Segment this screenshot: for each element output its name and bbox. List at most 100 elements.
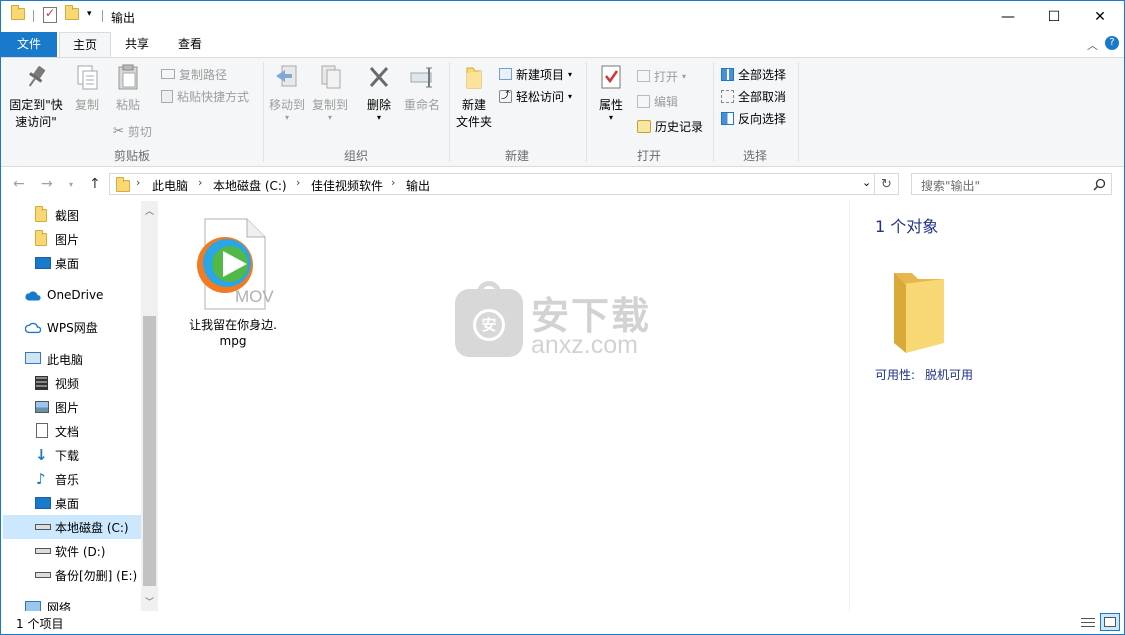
breadcrumb-local-disk[interactable]: 本地磁盘 (C:) (213, 177, 287, 194)
nav-item-documents[interactable]: 文档 (3, 419, 141, 443)
divider (102, 10, 103, 22)
breadcrumb-output[interactable]: 输出 (406, 177, 430, 194)
new-item-button[interactable]: 新建项目 ▾ (499, 64, 572, 84)
nav-item-label: 本地磁盘 (C:) (55, 520, 129, 535)
rename-button[interactable]: 重命名 (401, 62, 443, 114)
nav-item-music[interactable]: ♪ 音乐 (3, 467, 141, 491)
group-separator (586, 62, 587, 162)
invert-selection-button[interactable]: 反向选择 (721, 108, 786, 128)
maximize-button[interactable]: ☐ (1031, 1, 1077, 32)
nav-item-this-pc[interactable]: 此电脑 (3, 347, 141, 371)
refresh-button[interactable]: ↻ (875, 173, 899, 195)
tab-home[interactable]: 主页 (59, 32, 111, 58)
nav-item-drive-e[interactable]: 备份[勿删] (E:) (3, 563, 141, 587)
tab-share[interactable]: 共享 (113, 32, 161, 57)
details-view-icon[interactable] (1079, 614, 1097, 630)
new-folder-icon (466, 67, 482, 89)
nav-item-local-disk-c[interactable]: 本地磁盘 (C:) (3, 515, 141, 539)
nav-item-pictures-pin[interactable]: 图片 (3, 227, 141, 251)
forward-arrow-icon[interactable]: → (41, 176, 53, 192)
chevron-down-icon: ▾ (284, 113, 289, 122)
properties-button[interactable]: 属性 ▾ (593, 62, 629, 122)
nav-item-wps[interactable]: WPS网盘 (3, 315, 141, 339)
nav-item-desktop[interactable]: 桌面 (3, 491, 141, 515)
item-count: 1 个项目 (16, 617, 64, 631)
copy-to-button[interactable]: 复制到 ▾ (309, 62, 351, 122)
group-separator (713, 62, 714, 162)
nav-item-desktop-pin[interactable]: 桌面 (3, 251, 141, 275)
back-arrow-icon[interactable]: ← (13, 176, 25, 192)
collapse-ribbon-icon[interactable]: ︿ (1087, 37, 1098, 53)
search-icon[interactable] (1093, 178, 1106, 191)
close-button[interactable]: ✕ (1077, 1, 1123, 32)
folder-icon (35, 230, 51, 247)
copy-button[interactable]: 复制 (69, 62, 105, 114)
nav-item-label: 图片 (55, 400, 80, 415)
group-label-select: 选择 (742, 149, 767, 163)
chevron-down-icon: ▾ (608, 113, 613, 122)
rename-icon (410, 67, 432, 88)
nav-scrollbar-thumb[interactable] (143, 316, 156, 586)
nav-item-downloads[interactable]: ↓ 下载 (3, 443, 141, 467)
cut-button[interactable]: ✂ 剪切 (113, 121, 152, 141)
nav-item-label: 桌面 (55, 256, 80, 271)
breadcrumb-jiajia[interactable]: 佳佳视频软件 (311, 177, 383, 194)
large-icons-view-icon[interactable] (1100, 613, 1120, 631)
up-arrow-icon[interactable]: ↑ (89, 176, 101, 192)
ribbon: 固定到"快 速访问" 复制 粘贴 复制路径 粘贴快捷方式 ✂ 剪切 剪贴板 移动… (1, 57, 1124, 167)
breadcrumb-separator-icon[interactable]: › (198, 176, 202, 189)
minimize-button[interactable]: — (985, 1, 1031, 32)
nav-scrollbar[interactable]: ︿ ﹀ (141, 201, 158, 611)
copy-path-button[interactable]: 复制路径 (161, 64, 227, 84)
divider (33, 10, 34, 22)
new-folder-button[interactable]: 新建 文件夹 (453, 62, 495, 131)
scroll-up-chevron-icon[interactable]: ︿ (145, 204, 154, 217)
search-input[interactable]: 搜索"输出" (911, 173, 1112, 195)
select-none-button[interactable]: 全部取消 (721, 86, 786, 106)
nav-item-screenshots[interactable]: 截图 (3, 203, 141, 227)
new-folder-qa-icon[interactable] (65, 5, 79, 20)
chevron-down-icon: ▾ (376, 113, 381, 122)
paste-shortcut-button[interactable]: 粘贴快捷方式 (161, 86, 249, 106)
help-icon[interactable]: ? (1105, 36, 1119, 50)
chevron-down-icon: ▾ (568, 69, 573, 79)
file-name-line1: 让我留在你身边. (189, 318, 277, 332)
history-button[interactable]: 历史记录 (637, 116, 703, 136)
properties-qa-icon[interactable]: ✓ (43, 6, 57, 23)
group-label-clipboard: 剪贴板 (113, 149, 150, 163)
breadcrumb-separator-icon[interactable]: › (136, 176, 140, 189)
breadcrumb-separator-icon[interactable]: › (296, 176, 300, 189)
picture-icon (35, 401, 49, 413)
drive-icon (35, 524, 51, 530)
customize-qa-chevron-icon[interactable]: ▾ (87, 9, 92, 19)
easy-access-button[interactable]: ⤴ 轻松访问 ▾ (499, 86, 572, 106)
edit-button[interactable]: 编辑 (637, 91, 678, 111)
move-to-button[interactable]: 移动到 ▾ (267, 62, 307, 122)
select-none-icon (721, 89, 734, 103)
nav-item-onedrive[interactable]: OneDrive (3, 283, 141, 307)
desktop-icon (35, 257, 51, 269)
nav-item-pictures[interactable]: 图片 (3, 395, 141, 419)
nav-item-videos[interactable]: 视频 (3, 371, 141, 395)
open-button[interactable]: 打开 ▾ (637, 66, 686, 86)
delete-x-icon (369, 67, 389, 87)
pin-quick-access-button[interactable]: 固定到"快 速访问" (7, 62, 65, 131)
breadcrumb-this-pc[interactable]: 此电脑 (152, 177, 188, 194)
tab-file[interactable]: 文件 (1, 32, 57, 57)
delete-button[interactable]: 删除 ▾ (361, 62, 397, 122)
select-all-label: 全部选择 (738, 67, 787, 82)
recent-chevron-icon[interactable]: ▾ (69, 180, 73, 189)
paste-button[interactable]: 粘贴 (109, 62, 147, 114)
select-all-button[interactable]: 全部选择 (721, 64, 786, 84)
select-all-icon (721, 67, 734, 81)
tab-view[interactable]: 查看 (165, 32, 215, 57)
breadcrumb-separator-icon[interactable]: › (391, 176, 395, 189)
scroll-down-chevron-icon[interactable]: ﹀ (145, 595, 154, 608)
title-bar: ✓ ▾ 输出 — ☐ ✕ (1, 1, 1124, 32)
nav-item-label: OneDrive (47, 288, 104, 302)
address-dropdown-chevron-icon[interactable]: ⌄ (862, 176, 871, 189)
download-icon: ↓ (35, 446, 48, 464)
file-item[interactable]: MOV 让我留在你身边. mpg (179, 209, 279, 348)
nav-item-drive-d[interactable]: 软件 (D:) (3, 539, 141, 563)
address-bar[interactable]: › 此电脑 › 本地磁盘 (C:) › 佳佳视频软件 › 输出 ⌄ (109, 173, 875, 195)
